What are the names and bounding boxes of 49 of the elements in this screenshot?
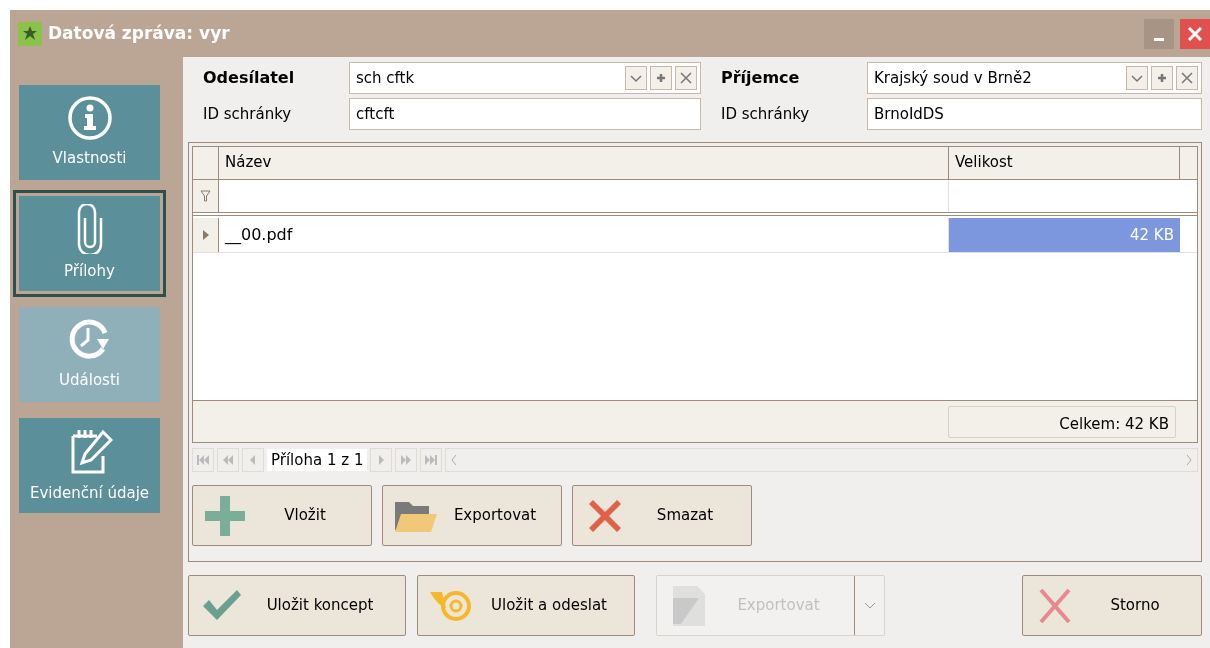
- close-icon[interactable]: [1180, 18, 1210, 49]
- dropdown-button[interactable]: [625, 66, 647, 90]
- column-header[interactable]: Velikost: [949, 147, 1180, 179]
- field-label: ID schránky: [721, 103, 811, 125]
- button[interactable]: Uložit a odeslat: [417, 575, 635, 636]
- next-page-button[interactable]: [395, 448, 418, 472]
- previous-page-button[interactable]: [217, 448, 239, 472]
- column-header[interactable]: Název: [219, 147, 949, 179]
- last-page-button[interactable]: [420, 448, 443, 472]
- scroll-left-icon[interactable]: [450, 454, 459, 466]
- app-logo-icon: [18, 21, 42, 46]
- combo-box[interactable]: Krajský soud v Brně2: [867, 62, 1202, 94]
- field-label: Příjemce: [721, 67, 801, 89]
- field-label: Odesílatel: [203, 67, 296, 89]
- info-icon: [66, 95, 113, 142]
- button[interactable]: Smazat: [572, 485, 752, 546]
- paperclip-icon: [76, 204, 103, 255]
- first-page-button[interactable]: [192, 448, 214, 472]
- filter-icon[interactable]: [200, 190, 211, 202]
- chevron-down-icon: [863, 601, 876, 610]
- previous-button[interactable]: [242, 448, 264, 472]
- row-pointer-icon: [202, 230, 209, 240]
- add-button[interactable]: [1151, 66, 1173, 90]
- input-field[interactable]: cftcft: [349, 98, 701, 130]
- total-size: Celkem: 42 KB: [948, 405, 1176, 438]
- clear-button[interactable]: [675, 66, 697, 90]
- previous-page-icon: [221, 455, 235, 465]
- plus-icon: [203, 493, 247, 538]
- clear-button[interactable]: [1176, 66, 1198, 90]
- dropdown-button[interactable]: [1126, 66, 1148, 90]
- button[interactable]: Uložit koncept: [188, 575, 406, 636]
- next-page-icon: [399, 455, 414, 465]
- scroll-right-icon[interactable]: [1185, 454, 1193, 466]
- horizontal-scrollbar[interactable]: [445, 448, 1198, 472]
- last-page-icon: [424, 455, 439, 465]
- button[interactable]: Exportovat: [382, 485, 562, 546]
- first-page-icon: [196, 455, 210, 465]
- add-button[interactable]: [650, 66, 672, 90]
- table-cell: 42 KB: [949, 218, 1180, 252]
- field-label: ID schránky: [203, 103, 293, 125]
- button[interactable]: Vložit: [192, 485, 372, 546]
- next-button[interactable]: [370, 448, 393, 472]
- sidebar-tab[interactable]: Přílohy: [13, 190, 166, 297]
- minimize-button[interactable]: [1144, 18, 1174, 49]
- window-title: Datová zpráva: vyr: [48, 21, 230, 45]
- button[interactable]: Storno: [1022, 575, 1202, 636]
- input-field[interactable]: BrnoIdDS: [867, 98, 1202, 130]
- combo-box[interactable]: sch cftk: [349, 62, 701, 94]
- page-indicator: Příloha 1 z 1: [267, 448, 368, 472]
